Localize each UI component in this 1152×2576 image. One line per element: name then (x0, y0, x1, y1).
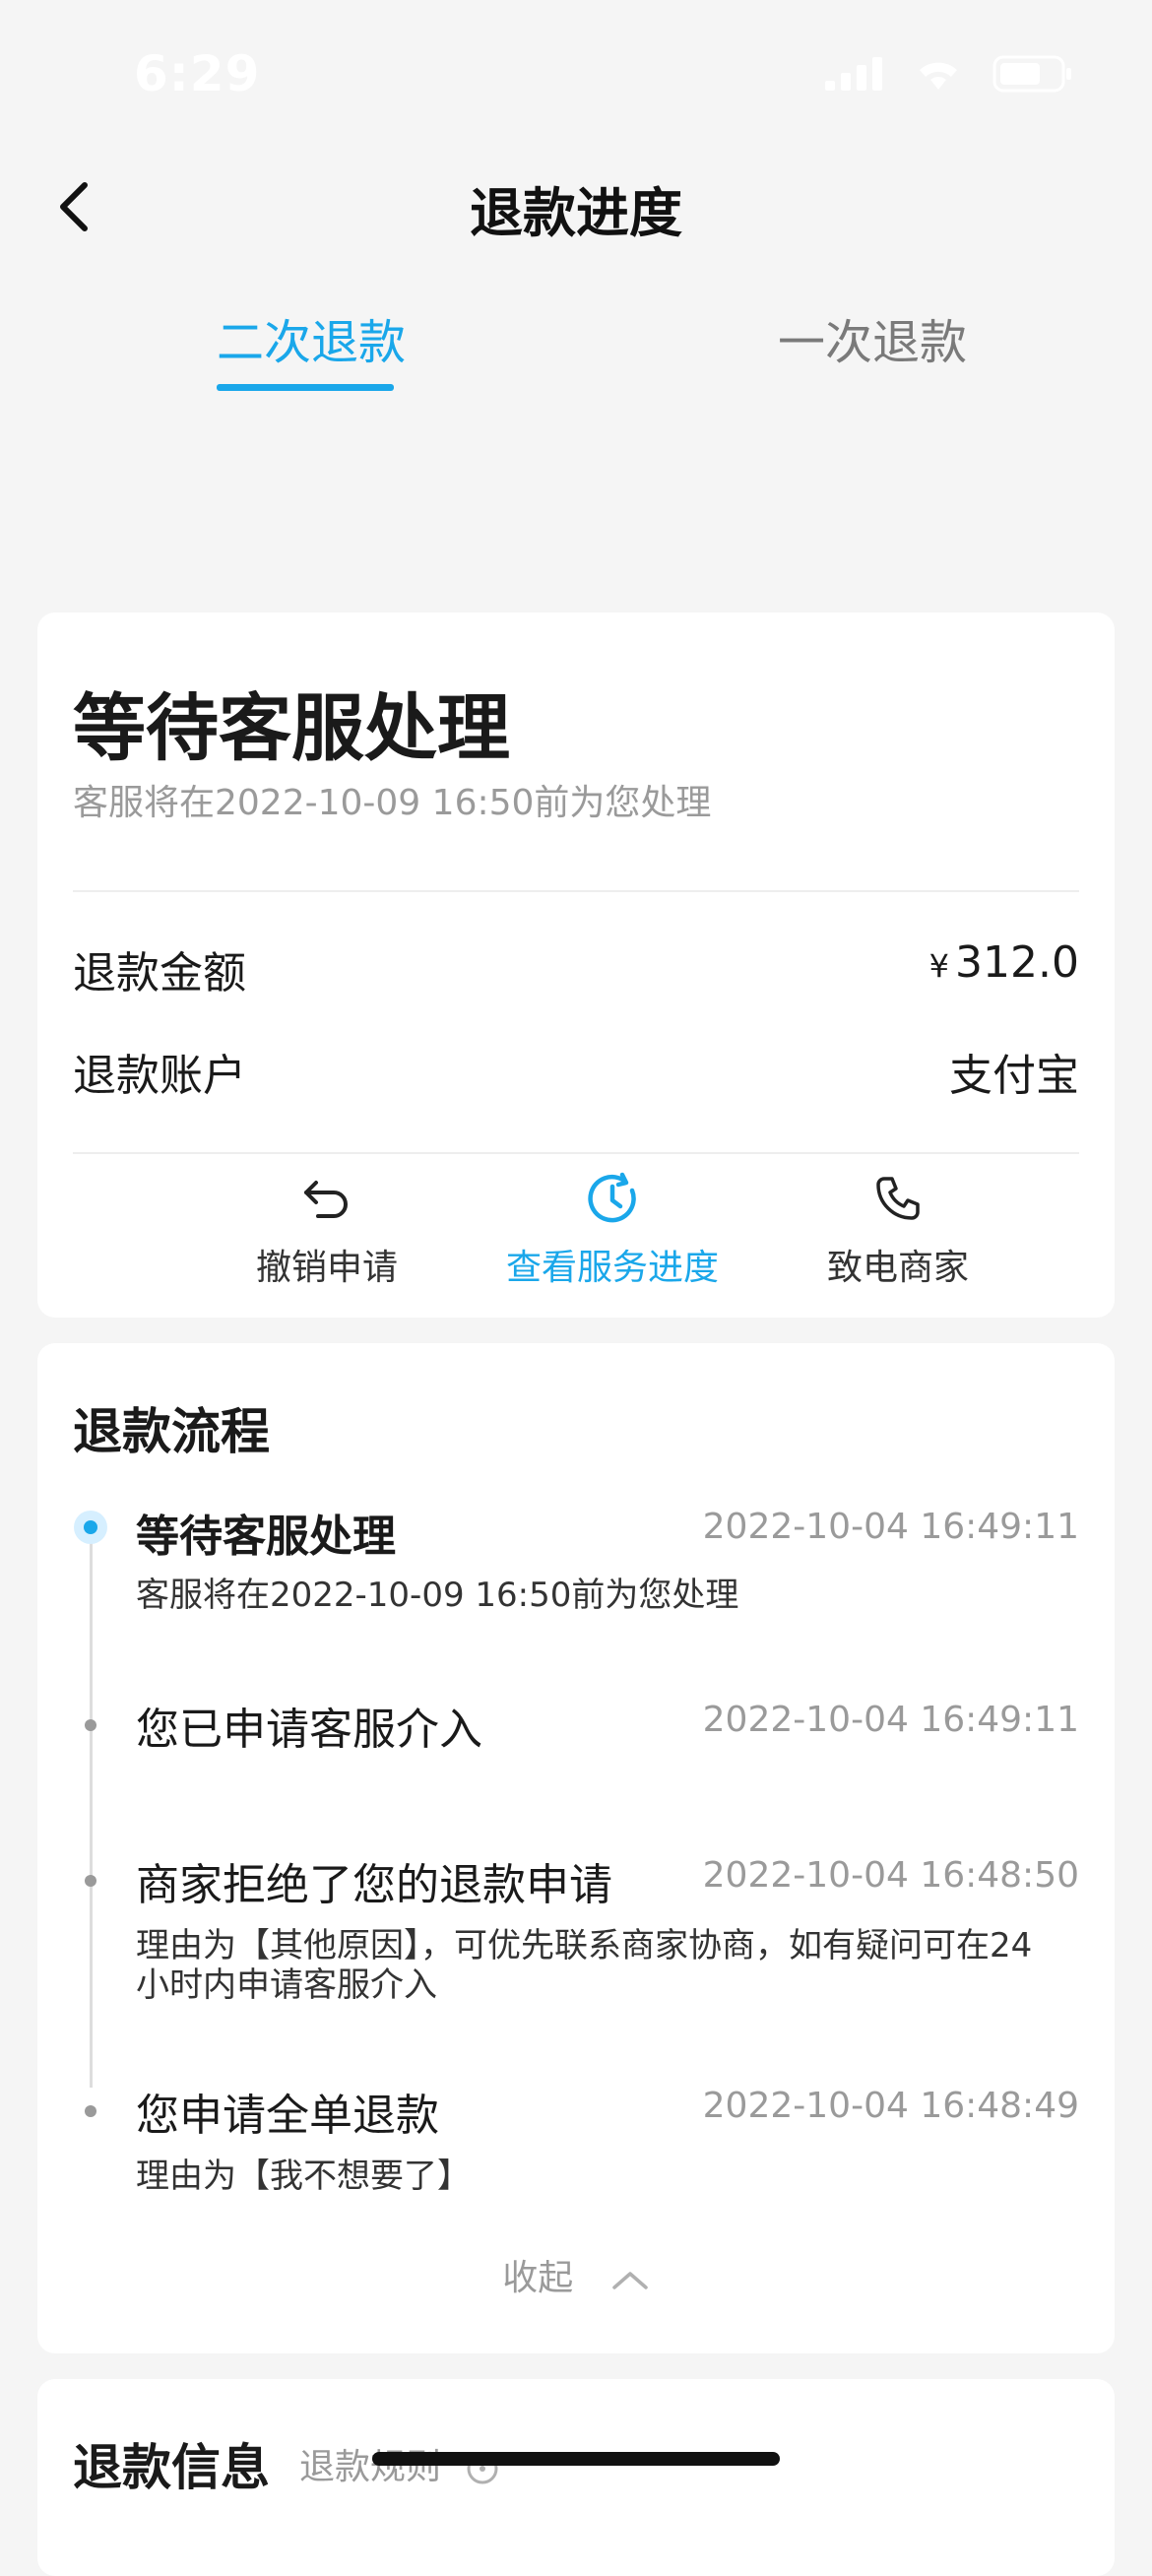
tab-second-refund[interactable]: 二次退款 (217, 303, 406, 372)
clock-refresh-icon (588, 1172, 636, 1223)
view-service-progress-button[interactable]: 查看服务进度 (484, 1164, 740, 1290)
step-time: 2022-10-04 16:48:50 (702, 1855, 1079, 1896)
phone-icon (876, 1177, 920, 1220)
step-desc: 客服将在2022-10-09 16:50前为您处理 (136, 1576, 739, 1615)
undo-icon (304, 1181, 348, 1218)
call-merchant-label: 致电商家 (826, 1248, 969, 1288)
step-time: 2022-10-04 16:48:49 (702, 2086, 1079, 2126)
page-title: 退款进度 (470, 182, 682, 244)
timeline-line (90, 1536, 93, 2088)
home-indicator (372, 2452, 780, 2466)
step-time: 2022-10-04 16:49:11 (702, 1507, 1079, 1547)
refund-amount-label: 退款金额 (73, 948, 246, 998)
refund-info-card: 退款信息 退款规则 (37, 2379, 1115, 2576)
nav-bar: 退款进度 (0, 148, 1152, 266)
wifi-icon (920, 62, 957, 90)
timeline-dot (85, 1719, 96, 1731)
signal-icon (825, 57, 882, 91)
refund-flow-card: 退款流程 等待客服处理 2022-10-04 16:49:11 客服将在2022… (37, 1343, 1115, 2353)
status-bar: 6:29 (0, 0, 1152, 148)
collapse-label: 收起 (502, 2258, 574, 2298)
status-icons (825, 55, 1073, 93)
step-time: 2022-10-04 16:49:11 (702, 1700, 1079, 1740)
tab-bar: 二次退款 一次退款 (0, 286, 1152, 394)
step-title: 您已申请客服介入 (136, 1705, 482, 1755)
view-service-progress-label: 查看服务进度 (505, 1248, 719, 1288)
cancel-request-button[interactable]: 撤销申请 (199, 1164, 455, 1290)
currency-symbol: ¥ (928, 947, 950, 985)
collapse-button[interactable]: 收起 (37, 2249, 1115, 2300)
step-title: 等待客服处理 (136, 1512, 396, 1562)
step-desc: 理由为【我不想要了】 (136, 2157, 471, 2196)
active-tab-indicator (217, 384, 394, 391)
timeline-dot-active (74, 1511, 107, 1544)
step-title: 商家拒绝了您的退款申请 (136, 1860, 612, 1910)
cancel-request-label: 撤销申请 (255, 1248, 398, 1288)
call-merchant-button[interactable]: 致电商家 (770, 1164, 1026, 1290)
chevron-up-icon (611, 2272, 648, 2289)
tab-first-refund[interactable]: 一次退款 (778, 303, 967, 372)
divider (73, 890, 1079, 892)
status-subtitle: 客服将在2022-10-09 16:50前为您处理 (73, 783, 712, 823)
step-title: 您申请全单退款 (136, 2091, 439, 2141)
timeline-dot (85, 2105, 96, 2117)
status-time: 6:29 (134, 45, 261, 102)
refund-account-value: 支付宝 (949, 1051, 1079, 1101)
refund-amount-value: ¥312.0 (929, 937, 1079, 988)
amount-number: 312.0 (955, 937, 1079, 988)
action-bar: 撤销申请 查看服务进度 致电商家 (37, 1164, 1115, 1302)
battery-icon (992, 55, 1071, 93)
info-title: 退款信息 (73, 2439, 270, 2496)
flow-title: 退款流程 (73, 1403, 270, 1460)
timeline-dot (85, 1875, 96, 1887)
refund-status-card: 等待客服处理 客服将在2022-10-09 16:50前为您处理 退款金额 ¥3… (37, 612, 1115, 1318)
step-desc: 理由为【其他原因】，可优先联系商家协商，如有疑问可在24小时内申请客服介入 (136, 1926, 1033, 2005)
divider (73, 1152, 1079, 1154)
refund-account-label: 退款账户 (73, 1051, 246, 1101)
status-title: 等待客服处理 (73, 686, 510, 771)
